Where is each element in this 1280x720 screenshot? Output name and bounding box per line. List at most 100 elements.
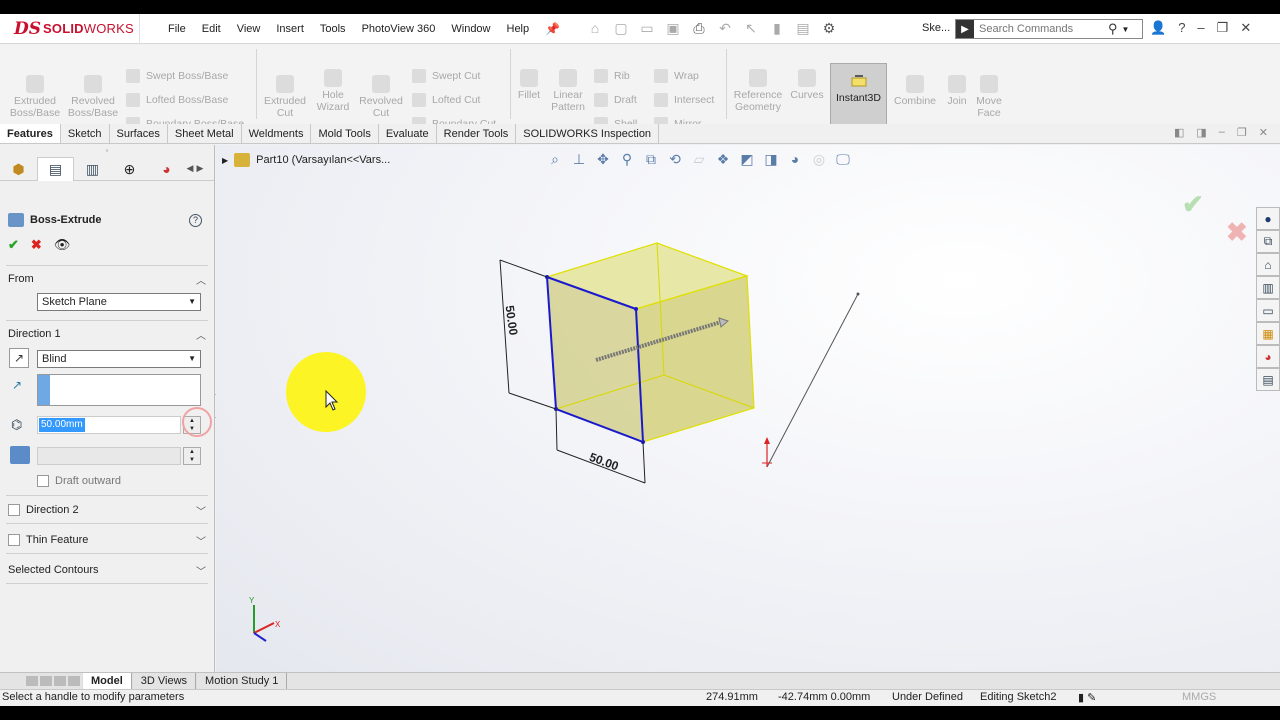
from-dropdown[interactable]: Sketch Plane ▼ [37, 293, 201, 311]
extruded-boss-button[interactable]: Extruded Boss/Base [8, 75, 62, 119]
draft-spinner[interactable]: ▲ ▼ [183, 447, 201, 465]
revolved-cut-button[interactable]: Revolved Cut [356, 75, 406, 119]
status-rebuild-icon[interactable]: ▮ ✎ [1078, 691, 1096, 704]
thin-feature-group-header[interactable]: Thin Feature ﹀ [0, 530, 214, 550]
draft-angle-input[interactable] [37, 447, 181, 465]
pin-icon[interactable]: 📌 [545, 22, 560, 36]
revolved-boss-button[interactable]: Revolved Boss/Base [66, 75, 120, 119]
tab-mold-tools[interactable]: Mold Tools [311, 124, 379, 143]
swept-cut-button[interactable]: Swept Cut [412, 69, 480, 83]
extruded-cut-button[interactable]: Extruded Cut [260, 75, 310, 119]
user-icon[interactable]: 👤 [1150, 20, 1166, 36]
curves-button[interactable]: Curves [788, 69, 826, 101]
linear-pattern-button[interactable]: Linear Pattern [546, 69, 590, 113]
tab-3d-views[interactable]: 3D Views [131, 673, 197, 689]
direction2-group-header[interactable]: Direction 2 ﹀ [0, 500, 214, 520]
thin-feature-checkbox[interactable] [8, 534, 20, 546]
3d-content-central-icon[interactable]: ⧉ [1256, 230, 1280, 253]
selected-contours-group-header[interactable]: Selected Contours ﹀ [0, 560, 214, 580]
dimxpert-manager-tab-icon[interactable]: ⊕ [111, 157, 148, 181]
tab-solidworks-inspection[interactable]: SOLIDWORKS Inspection [516, 124, 660, 143]
direction2-checkbox[interactable] [8, 504, 20, 516]
lofted-boss-button[interactable]: Lofted Boss/Base [126, 93, 228, 107]
chevron-up-icon[interactable]: ︿ [196, 272, 206, 287]
end-condition-dropdown[interactable]: Blind ▼ [37, 350, 201, 368]
design-library-icon[interactable]: ⌂ [1256, 253, 1280, 276]
draft-button[interactable]: Draft [594, 93, 637, 107]
chevron-down-icon[interactable]: ﹀ [196, 503, 206, 518]
menu-window[interactable]: Window [443, 14, 498, 44]
custom-properties-icon[interactable]: ▤ [1256, 368, 1280, 391]
ok-check-icon[interactable]: ✔ [8, 237, 19, 253]
hole-wizard-button[interactable]: Hole Wizard [310, 69, 356, 113]
solidworks-logo[interactable]: DS SOLIDWORKS [0, 14, 140, 44]
menu-photoview[interactable]: PhotoView 360 [354, 14, 444, 44]
viewport-close-icon[interactable]: ✕ [1259, 126, 1268, 139]
view-palette-icon[interactable]: ▭ [1256, 299, 1280, 322]
swept-boss-button[interactable]: Swept Boss/Base [126, 69, 228, 83]
depth-input[interactable]: 50.00mm [37, 416, 181, 434]
open-folder-icon[interactable]: ▭ [637, 20, 657, 37]
minimize-icon[interactable]: – [1197, 20, 1204, 36]
menu-file[interactable]: File [160, 14, 194, 44]
rib-button[interactable]: Rib [594, 69, 630, 83]
search-dropdown-icon[interactable]: ▼ [1122, 25, 1130, 34]
feature-manager-tab-icon[interactable]: ⬢ [0, 157, 37, 181]
sketch-line[interactable] [766, 293, 859, 468]
panel-grip-icon[interactable]: ◦ [0, 145, 214, 157]
scroll-first-icon[interactable] [26, 676, 38, 686]
help-icon[interactable]: ? [189, 214, 202, 227]
sketch-line-endpoint[interactable] [856, 292, 860, 296]
menu-insert[interactable]: Insert [268, 14, 312, 44]
tab-render-tools[interactable]: Render Tools [437, 124, 517, 143]
viewport-minimize-icon[interactable]: – [1219, 126, 1225, 139]
new-file-icon[interactable]: ▢ [611, 20, 631, 37]
tab-surfaces[interactable]: Surfaces [110, 124, 168, 143]
tab-motion-study[interactable]: Motion Study 1 [196, 673, 288, 689]
home-icon[interactable]: ⌂ [585, 20, 605, 37]
file-explorer-icon[interactable]: ▥ [1256, 276, 1280, 299]
viewport-forward-icon[interactable]: ◨ [1196, 126, 1206, 139]
scroll-next-icon[interactable] [54, 676, 66, 686]
close-icon[interactable]: ✕ [1240, 20, 1251, 36]
preview-eye-icon[interactable]: 👁 [54, 237, 71, 253]
intersect-button[interactable]: Intersect [654, 93, 714, 107]
menu-view[interactable]: View [229, 14, 269, 44]
tab-evaluate[interactable]: Evaluate [379, 124, 437, 143]
property-manager-tab-icon[interactable]: ▤ [37, 157, 74, 181]
chevron-up-icon[interactable]: ︿ [196, 327, 206, 342]
document-name[interactable]: Ske... [922, 22, 950, 34]
search-commands-box[interactable]: ▶ ⚲ ▼ [955, 19, 1143, 39]
move-face-button[interactable]: Move Face [972, 75, 1006, 119]
tab-sketch[interactable]: Sketch [61, 124, 110, 143]
tabs-right-arrow-icon[interactable]: ▶ [195, 157, 205, 180]
tabs-left-arrow-icon[interactable]: ◀ [185, 157, 195, 180]
graphics-area[interactable]: ▶ Part10 (Varsayılan<<Vars... ⌕ ⊥ ✥ ⚲ ⧉ … [216, 145, 1280, 686]
search-commands-input[interactable] [974, 23, 1104, 35]
lofted-cut-button[interactable]: Lofted Cut [412, 93, 480, 107]
solidworks-resources-icon[interactable]: ● [1256, 207, 1280, 230]
search-icon[interactable]: ⚲ [1108, 21, 1118, 37]
print-icon[interactable]: ⎙ [689, 20, 709, 37]
status-units[interactable]: MMGS [1182, 691, 1216, 703]
save-icon[interactable]: ▣ [663, 20, 683, 37]
direction-selection-box[interactable] [37, 374, 201, 406]
configuration-manager-tab-icon[interactable]: ▥ [74, 157, 111, 181]
display-manager-tab-icon[interactable]: ◕ [148, 157, 185, 181]
options-gear-icon[interactable]: ⚙ [819, 20, 839, 37]
scenes-icon[interactable]: ◕ [1256, 345, 1280, 368]
rebuild-icon[interactable]: ▮ [767, 20, 787, 37]
menu-tools[interactable]: Tools [312, 14, 354, 44]
from-group-header[interactable]: From ︿ [0, 269, 214, 289]
scroll-prev-icon[interactable] [40, 676, 52, 686]
viewport-back-icon[interactable]: ◧ [1174, 126, 1184, 139]
menu-edit[interactable]: Edit [194, 14, 229, 44]
tab-weldments[interactable]: Weldments [242, 124, 312, 143]
help-icon[interactable]: ? [1178, 20, 1185, 36]
direction1-group-header[interactable]: Direction 1 ︿ [0, 324, 214, 344]
dimension-horizontal[interactable]: 50.00 [587, 450, 620, 474]
undo-icon[interactable]: ↶ [715, 20, 735, 37]
checkbox[interactable] [37, 475, 49, 487]
draft-outward-checkbox[interactable]: Draft outward [37, 475, 121, 487]
reference-geometry-button[interactable]: Reference Geometry [730, 69, 786, 113]
